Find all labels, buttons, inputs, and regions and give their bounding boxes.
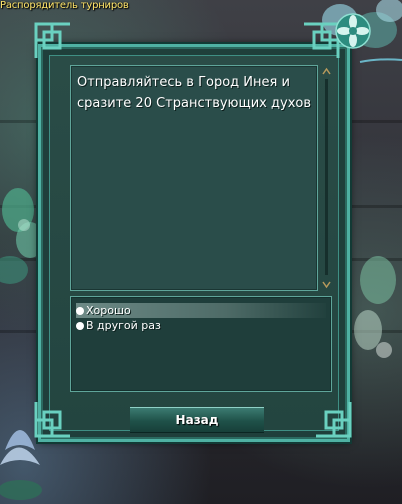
celtic-knot-corner-icon (34, 402, 70, 438)
bullet-dot-icon (76, 306, 84, 315)
quest-message: Отправляйтесь в Город Инея и сразите 20 … (77, 75, 311, 111)
npc-name-title: Распорядитель турниров (0, 0, 129, 11)
dialog-options-panel: Хорошо В другой раз (70, 296, 332, 392)
scroll-down-arrow-icon[interactable] (322, 280, 331, 289)
back-button[interactable]: Назад (130, 407, 264, 433)
background-flowers-right (354, 256, 396, 358)
lotus-flower-icon (335, 13, 371, 49)
scroll-up-arrow-icon[interactable] (322, 67, 331, 76)
celtic-knot-corner-icon (316, 402, 352, 438)
quest-text-panel: Отправляйтесь в Город Инея и сразите 20 … (70, 65, 318, 291)
option-accept[interactable]: Хорошо (76, 303, 326, 318)
bullet-dot-icon (76, 321, 84, 330)
option-decline[interactable]: В другой раз (76, 318, 326, 333)
scrollbar-track[interactable] (325, 79, 328, 275)
celtic-knot-corner-icon (34, 22, 70, 58)
game-scene: Распорядитель турниров Отправляйтесь в Г… (0, 0, 402, 504)
option-label: В другой раз (86, 319, 161, 332)
option-label: Хорошо (86, 304, 131, 317)
text-scrollbar[interactable] (321, 65, 332, 291)
